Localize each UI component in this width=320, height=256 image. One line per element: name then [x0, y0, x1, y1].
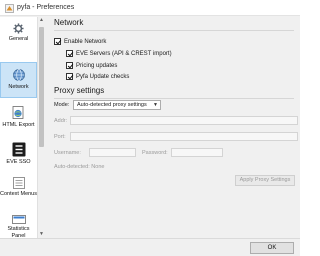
update-checks-row[interactable]: Pyfa Update checks	[66, 73, 129, 80]
port-label: Port:	[54, 134, 66, 140]
pricing-updates-checkbox[interactable]	[66, 62, 73, 69]
enable-network-checkbox[interactable]	[54, 38, 61, 45]
apply-proxy-settings-button[interactable]: Apply Proxy Settings	[235, 175, 295, 186]
sidebar-item-html-export[interactable]: HTML Export	[0, 103, 37, 133]
sidebar-item-label: Context Menus	[0, 191, 37, 197]
update-checks-checkbox[interactable]	[66, 73, 73, 80]
window-title: pyfa - Preferences	[17, 4, 75, 11]
html-export-icon	[12, 106, 24, 119]
sidebar-item-eve-sso[interactable]: EVE SSO	[0, 140, 37, 170]
chevron-down-icon: ▼	[153, 102, 158, 108]
proxy-section-title: Proxy settings	[54, 86, 105, 95]
pricing-updates-row[interactable]: Pricing updates	[66, 62, 117, 69]
enable-network-row[interactable]: Enable Network	[54, 38, 106, 45]
dialog-footer: OK	[0, 238, 300, 256]
sidebar-item-statistics-panel[interactable]: Statistics Panel	[0, 213, 37, 238]
eve-sso-icon	[12, 142, 25, 157]
context-menus-icon	[12, 177, 25, 189]
pyfa-app-icon	[5, 4, 14, 13]
sidebar-item-general[interactable]: General	[0, 20, 37, 48]
title-bar: pyfa - Preferences	[0, 0, 300, 16]
network-divider	[54, 30, 294, 31]
addr-label: Addr:	[54, 118, 68, 124]
eve-servers-row[interactable]: EVE Servers (API & CREST import)	[66, 50, 172, 57]
enable-network-label: Enable Network	[64, 38, 107, 45]
proxy-mode-value: Auto-detected proxy settings	[77, 102, 147, 108]
sidebar-item-network[interactable]: Network	[0, 62, 37, 98]
proxy-mode-select[interactable]: Auto-detected proxy settings ▼	[73, 100, 161, 110]
preferences-content: Network Enable Network EVE Servers (API …	[45, 17, 300, 238]
auto-detected-text: Auto-detected: None	[54, 164, 105, 170]
proxy-port-input[interactable]	[70, 132, 298, 141]
mode-label: Mode:	[54, 102, 70, 108]
update-checks-label: Pyfa Update checks	[76, 73, 130, 80]
ok-button[interactable]: OK	[250, 242, 294, 254]
sidebar-item-label: HTML Export	[2, 122, 35, 128]
sidebar-item-label: General	[8, 36, 29, 42]
eve-servers-checkbox[interactable]	[66, 50, 73, 57]
sidebar-scrollbar[interactable]: ▲ ▼	[37, 17, 44, 238]
network-icon	[12, 69, 25, 81]
statistics-panel-icon	[11, 215, 26, 224]
sidebar-item-label: Network	[8, 84, 29, 90]
proxy-divider	[54, 98, 294, 99]
proxy-password-input[interactable]	[171, 148, 223, 157]
sidebar-item-label: Statistics Panel	[7, 226, 30, 238]
scroll-up-arrow-icon[interactable]: ▲	[38, 17, 45, 24]
sidebar-item-label: EVE SSO	[6, 159, 31, 165]
pricing-updates-label: Pricing updates	[76, 62, 118, 69]
password-label: Password:	[142, 150, 168, 156]
scroll-thumb[interactable]	[39, 27, 44, 147]
scroll-down-arrow-icon[interactable]: ▼	[38, 231, 45, 238]
eve-servers-label: EVE Servers (API & CREST import)	[76, 50, 172, 57]
proxy-addr-input[interactable]	[70, 116, 298, 125]
sidebar-item-context-menus[interactable]: Context Menus	[0, 175, 37, 209]
proxy-username-input[interactable]	[89, 148, 136, 157]
gear-icon	[13, 23, 24, 34]
network-section-title: Network	[54, 18, 84, 27]
username-label: Username:	[54, 150, 81, 156]
preferences-window: pyfa - Preferences General Network HTML …	[0, 0, 300, 256]
